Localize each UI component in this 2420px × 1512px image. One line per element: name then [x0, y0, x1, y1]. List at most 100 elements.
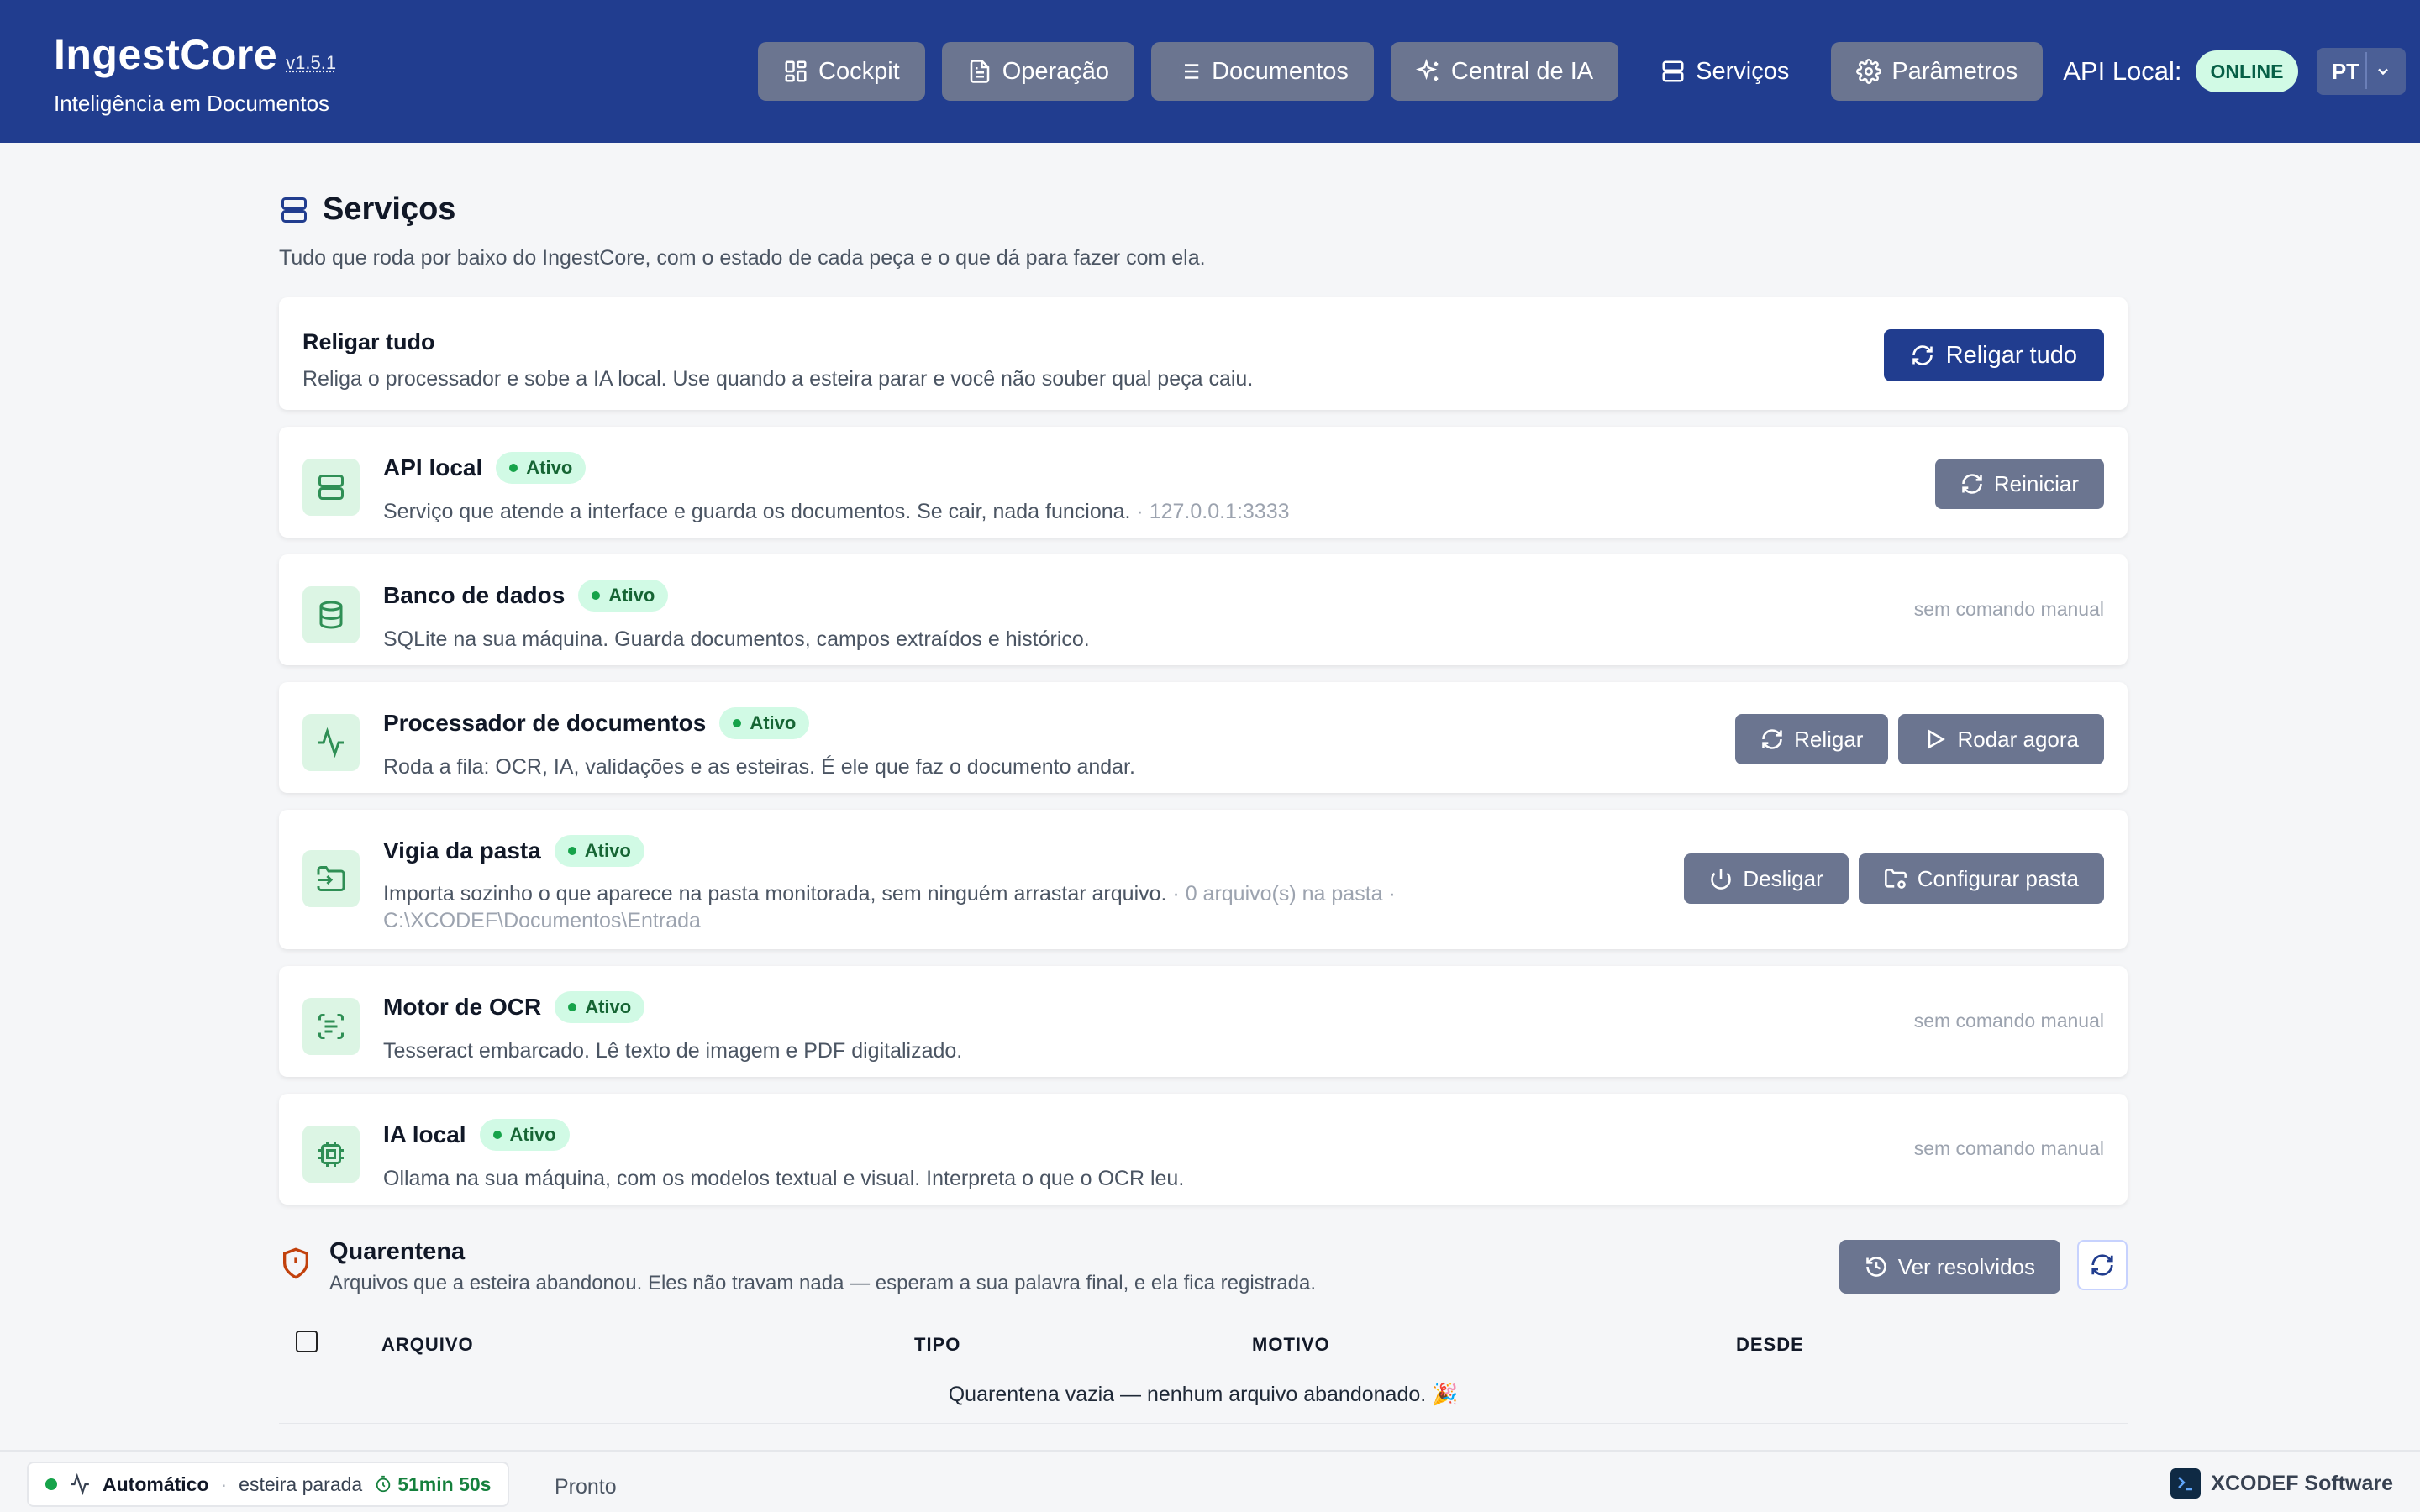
service-card-database: Banco de dados Ativo SQLite na sua máqui…	[279, 554, 2128, 665]
no-manual-command: sem comando manual	[1913, 598, 2104, 620]
dashboard-icon	[785, 60, 807, 82]
refresh-quarantine-button[interactable]	[2077, 1240, 2128, 1290]
sparkles-icon	[1415, 59, 1439, 81]
status-badge: Ativo	[479, 1119, 570, 1151]
service-icon-box	[302, 1126, 360, 1183]
top-bar: IngestCore v1.5.1 Inteligência em Documen…	[0, 0, 2420, 143]
run-now-button[interactable]: Rodar agora	[1898, 714, 2104, 764]
service-icon-box	[302, 459, 360, 516]
api-status-badge: ONLINE	[2195, 50, 2299, 92]
status-text: Ativo	[509, 1124, 556, 1145]
button-label: Ver resolvidos	[1897, 1253, 2035, 1279]
quarantine-icon-wrap	[279, 1247, 313, 1284]
language-value: PT	[2331, 58, 2360, 84]
description-text: Importa sozinho o que aparece na pasta m…	[383, 882, 1167, 906]
app-version[interactable]: v1.5.1	[286, 52, 336, 73]
restart-all-title: Religar tudo	[302, 329, 435, 354]
service-description: Roda a fila: OCR, IA, validações e as es…	[383, 755, 1135, 779]
folder-path: C:\XCODEF\Documentos\Entrada	[383, 909, 701, 932]
refresh-icon	[1912, 345, 1933, 365]
gear-icon	[1856, 59, 1882, 84]
status-text: Ativo	[608, 585, 655, 606]
pipeline-state: esteira parada	[239, 1473, 363, 1495]
restart-api-button[interactable]: Reiniciar	[1934, 459, 2104, 509]
status-badge: Ativo	[719, 707, 810, 739]
service-actions: Reiniciar	[1934, 459, 2104, 509]
restart-all-card: Religar tudo Religa o processador e sobe…	[279, 297, 2128, 410]
service-description: Serviço que atende a interface e guarda …	[383, 497, 1623, 526]
service-body: Vigia da pasta Ativo Importa sozinho o q…	[383, 835, 1623, 934]
column-header[interactable]: MOTIVO	[1252, 1334, 1330, 1356]
nav-documentos[interactable]: Documentos	[1151, 42, 1374, 101]
folder-input-icon	[317, 866, 345, 891]
document-icon	[970, 60, 989, 83]
button-label: Configurar pasta	[1917, 865, 2079, 891]
nav-central-ia[interactable]: Central de IA	[1390, 42, 1619, 101]
nav-label: Serviços	[1696, 57, 1790, 85]
service-card-api-local: API local Ativo Serviço que atende a int…	[279, 427, 2128, 538]
quarantine-table-header: ARQUIVO TIPO MOTIVO DESDE	[279, 1329, 2128, 1362]
status-text: Ativo	[585, 996, 632, 1017]
status-text: Ativo	[750, 712, 797, 733]
service-icon-box	[302, 586, 360, 643]
status-dot	[492, 1131, 502, 1139]
restart-processor-button[interactable]: Religar	[1735, 714, 1889, 764]
select-all-checkbox[interactable]	[296, 1331, 318, 1352]
nav-label: Central de IA	[1450, 57, 1594, 85]
refresh-icon	[1962, 474, 1982, 494]
service-icon-box	[302, 714, 360, 771]
cpu-icon	[318, 1142, 344, 1167]
status-text: Ativo	[526, 457, 573, 478]
vendor-name: XCODEF Software	[2211, 1471, 2393, 1495]
service-body: Banco de dados Ativo SQLite na sua máqui…	[383, 580, 1623, 654]
service-description: Importa sozinho o que aparece na pasta m…	[383, 880, 1623, 934]
service-card-ocr: Motor de OCR Ativo Tesseract embarcado. …	[279, 966, 2128, 1077]
quarantine-title: Quarentena	[329, 1238, 466, 1265]
nav-cockpit[interactable]: Cockpit	[758, 42, 925, 101]
quarantine-empty-message: Quarentena vazia — nenhum arquivo abando…	[948, 1383, 1459, 1406]
shield-alert-icon	[283, 1247, 308, 1279]
button-label: Reiniciar	[1993, 470, 2079, 496]
column-header[interactable]: DESDE	[1736, 1334, 1804, 1356]
nav-parametros[interactable]: Parâmetros	[1831, 42, 2044, 101]
restart-all-button[interactable]: Religar tudo	[1883, 329, 2104, 381]
nav-label: Documentos	[1212, 57, 1349, 85]
status-dot	[567, 847, 576, 855]
configure-folder-button[interactable]: Configurar pasta	[1858, 853, 2104, 904]
column-header[interactable]: TIPO	[914, 1334, 960, 1356]
view-resolved-button[interactable]: Ver resolvidos	[1839, 1240, 2060, 1294]
service-name: IA local	[383, 1121, 466, 1147]
timer-icon	[376, 1475, 391, 1493]
activity-icon	[71, 1473, 89, 1495]
nav-label: Cockpit	[818, 57, 900, 85]
nav-servicos[interactable]: Serviços	[1635, 42, 1814, 101]
pipeline-status-pill[interactable]: Automático · esteira parada 51min 50s	[27, 1462, 510, 1507]
nav-label: Parâmetros	[1891, 57, 2018, 85]
status-badge: Ativo	[554, 835, 644, 867]
vendor: XCODEF Software	[2170, 1468, 2393, 1499]
column-header[interactable]: ARQUIVO	[381, 1334, 474, 1356]
service-name: Motor de OCR	[383, 994, 542, 1020]
button-label: Religar tudo	[1945, 341, 2077, 369]
turn-off-watcher-button[interactable]: Desligar	[1684, 853, 1849, 904]
language-select[interactable]: PT	[2317, 48, 2407, 95]
service-icon-box	[302, 850, 360, 907]
page-title-text: Serviços	[323, 192, 456, 227]
api-local-label: API Local:	[2063, 56, 2182, 86]
page-title: Serviços	[279, 192, 2128, 228]
mode-label: Automático	[103, 1473, 209, 1495]
main-nav: Cockpit Operação Documentos Central de I…	[758, 42, 2407, 101]
status-badge: Ativo	[555, 991, 645, 1023]
timer-value: 51min 50s	[397, 1473, 492, 1495]
status-dot	[45, 1478, 57, 1490]
status-dot	[509, 464, 518, 472]
status-text: Ativo	[584, 840, 631, 861]
service-card-local-ai: IA local Ativo Ollama na sua máquina, co…	[279, 1094, 2128, 1205]
service-name: Vigia da pasta	[383, 837, 541, 864]
server-icon	[281, 197, 307, 223]
refresh-icon	[1762, 729, 1782, 749]
service-body: Processador de documentos Ativo Roda a f…	[383, 707, 1623, 781]
nav-operacao[interactable]: Operação	[941, 42, 1135, 101]
refresh-icon	[2091, 1254, 2113, 1276]
quarantine-actions: Ver resolvidos	[1839, 1240, 2128, 1294]
